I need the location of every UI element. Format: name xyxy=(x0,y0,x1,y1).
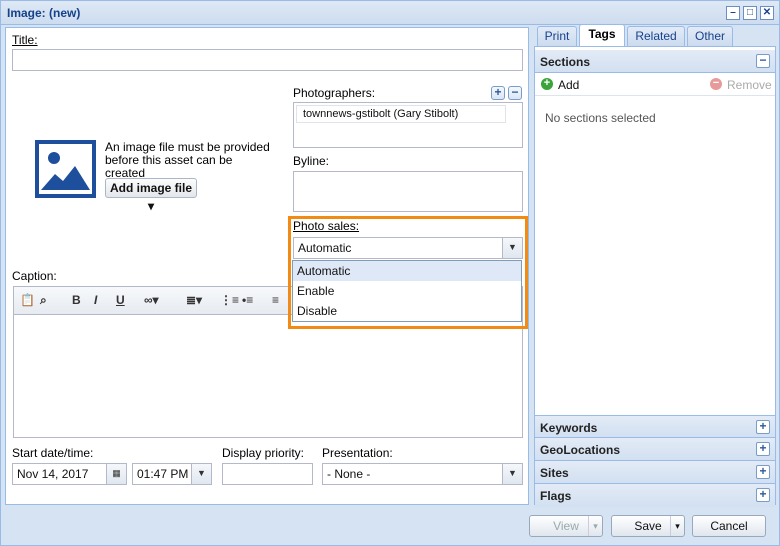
tab-tags[interactable]: Tags xyxy=(579,24,625,46)
title-label: Title: xyxy=(12,33,38,47)
window-title: Image: (new) xyxy=(7,6,81,20)
save-button[interactable]: Save ▾ xyxy=(611,515,685,537)
caption-label: Caption: xyxy=(12,269,57,283)
italic-icon[interactable]: I xyxy=(94,293,97,307)
geolocations-title: GeoLocations xyxy=(540,443,621,457)
keywords-header[interactable]: Keywords + xyxy=(535,415,775,438)
align-icon[interactable]: ≣▾ xyxy=(186,293,202,307)
chevron-down-icon: ▾ xyxy=(147,199,155,213)
byline-input[interactable] xyxy=(293,171,523,212)
ordered-list-icon[interactable]: ⋮≡ xyxy=(220,293,239,307)
presentation-select[interactable]: - None - ▼ xyxy=(322,463,523,485)
minimize-icon[interactable]: – xyxy=(726,6,740,20)
start-date-input[interactable]: Nov 14, 2017 ▦ xyxy=(12,463,127,485)
chevron-down-icon[interactable]: ▼ xyxy=(502,464,522,484)
cancel-button[interactable]: Cancel xyxy=(692,515,766,537)
start-date-value: Nov 14, 2017 xyxy=(17,467,89,481)
photographers-list[interactable]: townnews-gstibolt (Gary Stibolt) xyxy=(293,102,523,148)
sites-header[interactable]: Sites + xyxy=(535,461,775,484)
chevron-down-icon[interactable]: ▼ xyxy=(191,464,211,484)
image-placeholder-icon xyxy=(35,140,96,198)
flags-header[interactable]: Flags + xyxy=(535,484,775,507)
start-date-label: Start date/time: xyxy=(12,446,94,460)
sections-title: Sections xyxy=(540,55,591,69)
chevron-down-icon: ▾ xyxy=(588,516,602,536)
keywords-title: Keywords xyxy=(540,421,598,435)
tab-other[interactable]: Other xyxy=(687,26,733,46)
close-icon[interactable]: ✕ xyxy=(760,6,774,20)
sections-empty-text: No sections selected xyxy=(545,111,656,125)
expand-icon[interactable]: + xyxy=(756,442,770,456)
underline-icon[interactable]: U xyxy=(116,293,125,307)
presentation-label: Presentation: xyxy=(322,446,393,460)
image-editor-window: Image: (new) – □ ✕ Title: An image file … xyxy=(0,0,780,546)
binoculars-icon[interactable]: ⌕ xyxy=(40,293,47,308)
add-photographer-icon[interactable]: + xyxy=(491,86,505,100)
expand-icon[interactable]: + xyxy=(756,488,770,502)
start-time-value: 01:47 PM xyxy=(137,467,189,481)
option-automatic[interactable]: Automatic xyxy=(293,261,521,281)
align-center-icon[interactable]: ≡ xyxy=(272,293,279,307)
expand-icon[interactable]: + xyxy=(756,420,770,434)
photographer-item[interactable]: townnews-gstibolt (Gary Stibolt) xyxy=(296,105,506,123)
sections-remove-button: Remove xyxy=(727,78,772,92)
paste-icon[interactable]: 📋 xyxy=(20,293,35,307)
start-time-input[interactable]: 01:47 PM ▼ xyxy=(132,463,212,485)
sites-title: Sites xyxy=(540,466,569,480)
sections-add-button[interactable]: Add xyxy=(558,78,579,92)
add-icon[interactable]: + xyxy=(541,78,553,90)
add-image-file-button[interactable]: Add image file ▾ xyxy=(105,178,197,213)
link-icon[interactable]: ∞▾ xyxy=(144,293,159,307)
flags-title: Flags xyxy=(540,489,572,503)
view-button: View ▾ xyxy=(529,515,603,537)
presentation-value: - None - xyxy=(327,467,371,481)
remove-icon: − xyxy=(710,78,722,90)
display-priority-input[interactable] xyxy=(222,463,313,485)
view-label: View xyxy=(553,519,579,533)
chevron-down-icon[interactable]: ▾ xyxy=(670,516,684,536)
title-input[interactable] xyxy=(12,49,523,71)
tab-related[interactable]: Related xyxy=(627,26,685,46)
photographers-label: Photographers: xyxy=(293,86,376,100)
remove-photographer-icon[interactable]: − xyxy=(508,86,522,100)
calendar-icon[interactable]: ▦ xyxy=(106,464,126,484)
byline-label: Byline: xyxy=(293,154,330,168)
add-image-file-label: Add image file xyxy=(109,181,192,195)
side-panel: Print Tags Related Other Sections − + Ad… xyxy=(534,24,776,507)
save-label: Save xyxy=(634,519,662,533)
option-enable[interactable]: Enable xyxy=(293,281,521,301)
expand-icon[interactable]: + xyxy=(756,465,770,479)
tags-panel: Sections − + Add − Remove No sections se… xyxy=(534,46,776,507)
maximize-icon[interactable]: □ xyxy=(743,6,757,20)
caption-editor[interactable] xyxy=(13,314,523,438)
tab-bar: Print Tags Related Other xyxy=(534,24,776,46)
sections-header[interactable]: Sections − xyxy=(535,50,775,73)
image-notice: An image file must be provided before th… xyxy=(105,140,270,180)
bullet-list-icon[interactable]: •≡ xyxy=(242,293,253,307)
tab-print[interactable]: Print xyxy=(537,26,577,46)
option-disable[interactable]: Disable xyxy=(293,301,521,321)
bold-icon[interactable]: B xyxy=(72,293,81,307)
photo-sales-dropdown: Automatic Enable Disable xyxy=(292,260,522,322)
sections-toolbar: + Add − Remove xyxy=(535,74,775,96)
window-titlebar: Image: (new) – □ ✕ xyxy=(1,1,779,25)
collapse-icon[interactable]: − xyxy=(756,54,770,68)
display-priority-label: Display priority: xyxy=(222,446,305,460)
geolocations-header[interactable]: GeoLocations + xyxy=(535,438,775,461)
